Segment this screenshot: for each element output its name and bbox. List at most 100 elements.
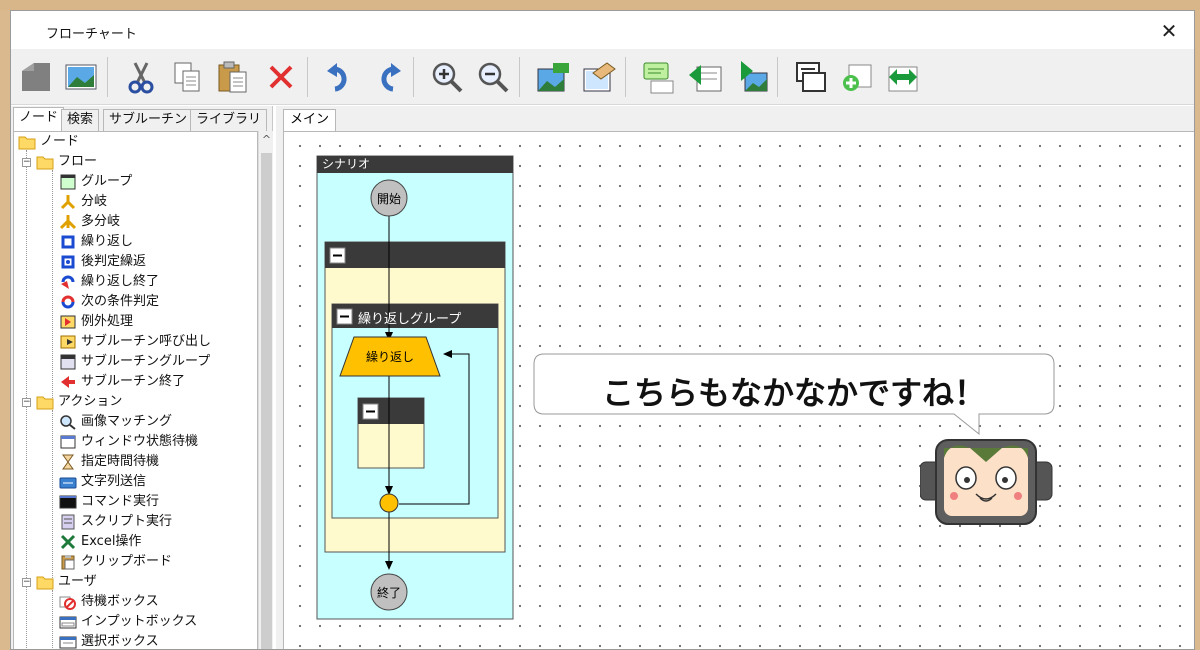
tree-item-timed-wait[interactable]: 指定時間待機 bbox=[59, 452, 159, 472]
copy-icon[interactable] bbox=[167, 57, 207, 97]
delete-icon[interactable] bbox=[261, 57, 301, 97]
tab-subroutine[interactable]: サブルーチン bbox=[103, 109, 194, 131]
inner-group[interactable] bbox=[357, 397, 425, 469]
image-left-icon[interactable] bbox=[685, 57, 725, 97]
tree-item-input-box[interactable]: インプットボックス bbox=[59, 612, 197, 632]
image-right-icon[interactable] bbox=[731, 57, 771, 97]
input-box-icon bbox=[59, 616, 77, 629]
tree-item-group[interactable]: グループ bbox=[59, 172, 132, 192]
tab-main[interactable]: メイン bbox=[283, 109, 337, 131]
tree-item-multi-branch[interactable]: 多分岐 bbox=[59, 212, 120, 232]
image-icon[interactable] bbox=[61, 57, 101, 97]
next-condition-icon bbox=[61, 295, 75, 309]
tree-item-label: コマンド実行 bbox=[81, 494, 160, 509]
tree-scrollbar[interactable]: ^ bbox=[258, 131, 274, 649]
flowchart-canvas[interactable]: シナリオ 開始 終了 繰り返しグループ 繰り返し こちらもなかなかですね！ bbox=[283, 131, 1194, 649]
resize-icon[interactable] bbox=[883, 57, 923, 97]
tree-item-image-match[interactable]: 画像マッチング bbox=[59, 412, 172, 432]
tree-item-clipboard[interactable]: クリップボード bbox=[59, 552, 172, 572]
tree-guide bbox=[52, 410, 53, 582]
tree-item-label: 指定時間待機 bbox=[81, 454, 160, 469]
collapse-icon[interactable]: − bbox=[22, 578, 31, 587]
tree-item-loop[interactable]: 繰り返し bbox=[59, 232, 133, 252]
multi-branch-icon bbox=[59, 215, 77, 230]
tree-item-subroutine-call[interactable]: サブルーチン呼び出し bbox=[59, 332, 211, 352]
speech-bubble-text: こちらもなかなかですね！ bbox=[601, 374, 986, 412]
zoom-out-icon[interactable] bbox=[473, 57, 513, 97]
tree-item-label: 次の条件判定 bbox=[81, 294, 160, 309]
tree-root-node[interactable]: ノード bbox=[18, 132, 79, 152]
folder-icon bbox=[36, 156, 54, 170]
scenario-title: シナリオ bbox=[322, 157, 371, 171]
tree-item-subroutine-group[interactable]: サブルーチングループ bbox=[59, 352, 210, 372]
scroll-up-icon[interactable]: ^ bbox=[259, 133, 274, 149]
tree-item-label: 文字列送信 bbox=[81, 474, 147, 489]
tree-item-select-box[interactable]: 選択ボックス bbox=[59, 632, 159, 649]
capture-edit-icon[interactable] bbox=[579, 57, 619, 97]
loop-end-icon bbox=[61, 275, 75, 289]
mascot-icon bbox=[920, 439, 1053, 525]
tree-item-loop-end[interactable]: 繰り返し終了 bbox=[59, 272, 159, 292]
toolbar-separator bbox=[413, 57, 414, 97]
tree-item-script[interactable]: スクリプト実行 bbox=[59, 512, 172, 532]
terminal-icon bbox=[59, 495, 77, 509]
tree-guide bbox=[52, 590, 53, 649]
tree-guide bbox=[52, 170, 53, 402]
tree-folder-action[interactable]: アクション bbox=[36, 392, 122, 412]
tree-item-label: 多分岐 bbox=[81, 214, 121, 229]
tree-item-branch[interactable]: 分岐 bbox=[59, 192, 107, 212]
window-icon[interactable] bbox=[791, 57, 831, 97]
cut-icon[interactable] bbox=[121, 57, 161, 97]
tree-item-send-text[interactable]: 文字列送信 bbox=[59, 472, 146, 492]
tree-folder-label: アクション bbox=[58, 394, 123, 409]
tree-item-label: Excel操作 bbox=[81, 534, 142, 549]
post-loop-icon bbox=[61, 255, 75, 269]
stop-icon bbox=[59, 596, 76, 610]
toolbar-separator bbox=[519, 57, 520, 97]
tree-item-label: 後判定繰返 bbox=[81, 254, 147, 269]
tree-item-wait-box[interactable]: 待機ボックス bbox=[59, 592, 159, 612]
undo-icon[interactable] bbox=[321, 57, 361, 97]
select-box-icon bbox=[59, 636, 77, 649]
add-icon[interactable] bbox=[837, 57, 877, 97]
comment-icon[interactable] bbox=[639, 57, 679, 97]
scroll-thumb[interactable] bbox=[261, 153, 272, 649]
tree-item-excel[interactable]: Excel操作 bbox=[59, 532, 141, 552]
loop-junction[interactable] bbox=[379, 493, 399, 513]
collapse-icon[interactable]: − bbox=[22, 398, 31, 407]
hourglass-icon bbox=[62, 454, 74, 470]
collapse-icon[interactable]: − bbox=[22, 158, 31, 167]
loop-node-label: 繰り返し bbox=[365, 350, 414, 364]
tab-node[interactable]: ノード bbox=[13, 107, 65, 132]
tree-item-command[interactable]: コマンド実行 bbox=[59, 492, 159, 512]
tree-item-post-loop[interactable]: 後判定繰返 bbox=[59, 252, 146, 272]
tree-item-label: 選択ボックス bbox=[81, 634, 159, 649]
subroutine-end-icon bbox=[61, 376, 75, 388]
tree-item-window-wait[interactable]: ウィンドウ状態待機 bbox=[59, 432, 198, 452]
close-button[interactable]: ✕ bbox=[1156, 18, 1182, 44]
redo-icon[interactable] bbox=[367, 57, 407, 97]
image-match-icon bbox=[60, 415, 76, 430]
paste-icon[interactable] bbox=[213, 57, 253, 97]
main-area: メイン シナリオ 開始 終了 繰り返しグループ 繰り返し こちらもなかなかですね… bbox=[276, 106, 1194, 649]
tree-item-next-condition[interactable]: 次の条件判定 bbox=[59, 292, 159, 312]
tree-item-subroutine-end[interactable]: サブルーチン終了 bbox=[59, 372, 185, 392]
node-icon[interactable] bbox=[16, 57, 56, 97]
tree-item-label: 待機ボックス bbox=[81, 594, 159, 609]
tree-folder-flow[interactable]: フロー bbox=[36, 152, 97, 172]
window-wait-icon bbox=[60, 435, 76, 449]
tree-folder-label: フロー bbox=[58, 154, 98, 169]
end-label: 終了 bbox=[376, 586, 401, 600]
tree-folder-user[interactable]: ユーザ bbox=[36, 572, 97, 592]
tree-item-label: 繰り返し終了 bbox=[81, 274, 160, 289]
node-tree: ノード − フロー グループ 分岐 多分岐 繰り返し 後判定繰返 繰り返し終了 … bbox=[13, 131, 258, 649]
capture-icon[interactable] bbox=[533, 57, 573, 97]
title-bar: フローチャート ✕ bbox=[11, 11, 1194, 49]
tab-search[interactable]: 検索 bbox=[61, 109, 100, 131]
tree-item-exception[interactable]: 例外処理 bbox=[59, 312, 133, 332]
tree-item-label: 繰り返し bbox=[81, 234, 134, 249]
zoom-in-icon[interactable] bbox=[427, 57, 467, 97]
script-icon bbox=[61, 514, 75, 530]
tree-item-label: ウィンドウ状態待機 bbox=[81, 434, 199, 449]
tab-library[interactable]: ライブラリ bbox=[190, 109, 268, 131]
